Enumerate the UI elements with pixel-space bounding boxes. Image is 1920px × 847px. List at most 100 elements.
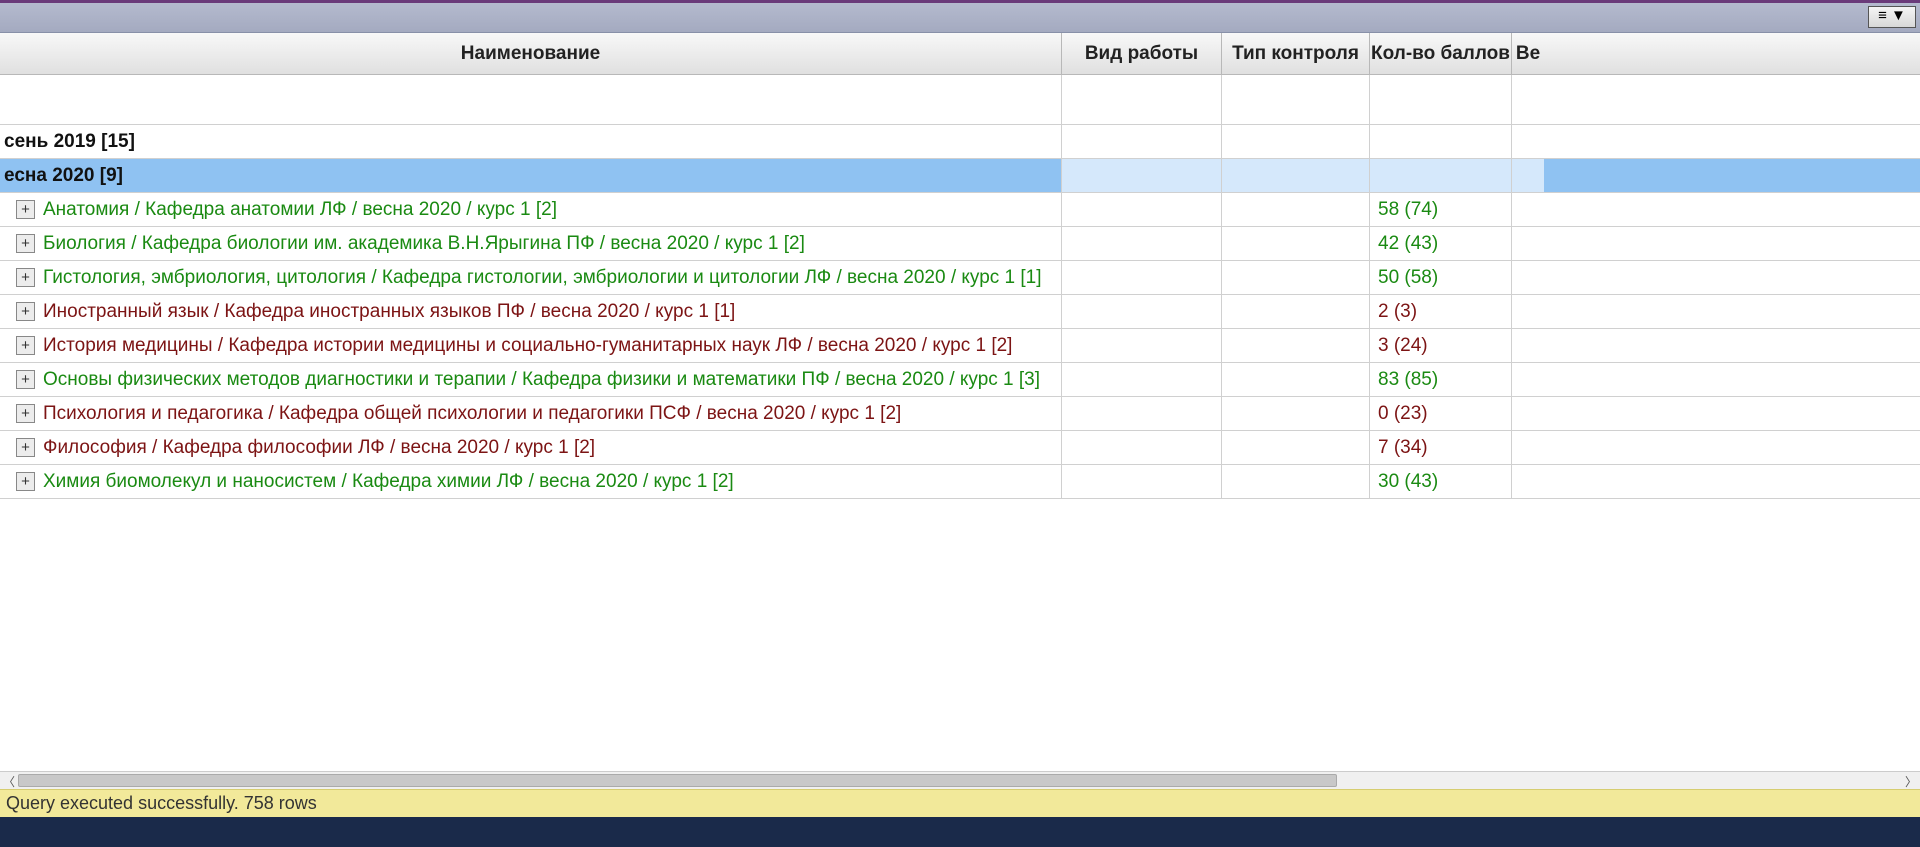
subject-name-cell: + История медицины / Кафедра истории меди… [0,329,1062,362]
subject-link[interactable]: Иностранный язык / Кафедра иностранных я… [43,301,735,323]
col-header-control[interactable]: Тип контроля [1222,33,1370,74]
subject-row[interactable]: + Психология и педагогика / Кафедра общей… [0,397,1920,431]
cell-work [1062,193,1222,226]
cell-score: 30 (43) [1370,465,1512,498]
subject-row[interactable]: + Основы физических методов диагностики и… [0,363,1920,397]
cell-control [1222,193,1370,226]
horizontal-scrollbar[interactable]: 〈 〉 [0,771,1920,789]
expand-icon[interactable]: + [16,336,35,355]
cell-control [1222,431,1370,464]
subject-link[interactable]: Анатомия / Кафедра анатомии ЛФ / весна 2… [43,199,557,221]
subject-link[interactable]: Химия биомолекул и наносистем / Кафедра … [43,471,734,493]
cell-work [1062,363,1222,396]
expand-icon[interactable]: + [16,472,35,491]
cell-control [1222,159,1370,192]
group-name-cell[interactable]: сень 2019 [15] [0,125,1062,158]
cell-score [1370,159,1512,192]
group-row[interactable]: есна 2020 [9] [0,159,1920,193]
filter-weight[interactable] [1512,75,1544,124]
filter-work[interactable] [1062,75,1222,124]
cell-weight [1512,159,1544,192]
expand-icon[interactable]: + [16,302,35,321]
cell-weight [1512,431,1544,464]
grid-header: Наименование Вид работы Тип контроля Кол… [0,33,1920,75]
filter-control[interactable] [1222,75,1370,124]
cell-score: 7 (34) [1370,431,1512,464]
cell-weight [1512,227,1544,260]
col-header-score[interactable]: Кол-во баллов [1370,33,1512,74]
group-name-cell[interactable]: есна 2020 [9] [0,159,1062,192]
cell-work [1062,465,1222,498]
grid-body: сень 2019 [15] есна 2020 [9] + Анатомия / К… [0,125,1920,771]
scroll-left-icon[interactable]: 〈 [0,772,18,790]
cell-work [1062,329,1222,362]
col-header-weight[interactable]: Ве [1512,33,1544,74]
cell-score [1370,125,1512,158]
cell-control [1222,227,1370,260]
cell-control [1222,261,1370,294]
col-header-name[interactable]: Наименование [0,33,1062,74]
subject-row[interactable]: + Гистология, эмбриология, цитология / Ка… [0,261,1920,295]
subject-row[interactable]: + Химия биомолекул и наносистем / Кафедра… [0,465,1920,499]
expand-icon[interactable]: + [16,370,35,389]
cell-score: 3 (24) [1370,329,1512,362]
cell-score: 42 (43) [1370,227,1512,260]
menu-button[interactable]: ≡ ▼ [1868,6,1916,28]
app-window: ≡ ▼ Наименование Вид работы Тип контроля… [0,0,1920,847]
subject-name-cell: + Гистология, эмбриология, цитология / Ка… [0,261,1062,294]
subject-link[interactable]: Философия / Кафедра философии ЛФ / весна… [43,437,595,459]
expand-icon[interactable]: + [16,438,35,457]
topbar: ≡ ▼ [0,3,1920,33]
cell-control [1222,329,1370,362]
subject-row[interactable]: + Иностранный язык / Кафедра иностранных … [0,295,1920,329]
subject-link[interactable]: Психология и педагогика / Кафедра общей … [43,403,901,425]
subject-name-cell: + Иностранный язык / Кафедра иностранных … [0,295,1062,328]
status-text: Query executed successfully. 758 rows [6,793,317,814]
cell-score: 2 (3) [1370,295,1512,328]
cell-weight [1512,125,1544,158]
cell-work [1062,227,1222,260]
cell-score: 50 (58) [1370,261,1512,294]
subject-name-cell: + Основы физических методов диагностики и… [0,363,1062,396]
subject-name-cell: + Анатомия / Кафедра анатомии ЛФ / весна … [0,193,1062,226]
cell-weight [1512,193,1544,226]
group-label: сень 2019 [15] [4,131,135,153]
group-label: есна 2020 [9] [4,165,123,187]
subject-row[interactable]: + Философия / Кафедра философии ЛФ / весн… [0,431,1920,465]
subject-row[interactable]: + Биология / Кафедра биологии им. академи… [0,227,1920,261]
subject-link[interactable]: Основы физических методов диагностики и … [43,369,1040,391]
cell-score: 58 (74) [1370,193,1512,226]
subject-link[interactable]: Биология / Кафедра биологии им. академик… [43,233,805,255]
scroll-track[interactable] [18,772,1902,789]
subject-link[interactable]: Гистология, эмбриология, цитология / Каф… [43,267,1042,289]
filter-name[interactable] [0,75,1062,124]
expand-icon[interactable]: + [16,404,35,423]
scroll-right-icon[interactable]: 〉 [1902,772,1920,790]
cell-weight [1512,329,1544,362]
footer-bar [0,817,1920,847]
cell-weight [1512,363,1544,396]
cell-control [1222,125,1370,158]
col-header-work[interactable]: Вид работы [1062,33,1222,74]
cell-control [1222,465,1370,498]
subject-name-cell: + Философия / Кафедра философии ЛФ / весн… [0,431,1062,464]
subject-row[interactable]: + Анатомия / Кафедра анатомии ЛФ / весна … [0,193,1920,227]
expand-icon[interactable]: + [16,200,35,219]
filter-score[interactable] [1370,75,1512,124]
status-bar: Query executed successfully. 758 rows [0,789,1920,817]
expand-icon[interactable]: + [16,234,35,253]
cell-work [1062,159,1222,192]
cell-work [1062,397,1222,430]
group-row[interactable]: сень 2019 [15] [0,125,1920,159]
cell-weight [1512,465,1544,498]
cell-work [1062,261,1222,294]
subject-name-cell: + Химия биомолекул и наносистем / Кафедра… [0,465,1062,498]
cell-weight [1512,397,1544,430]
subject-row[interactable]: + История медицины / Кафедра истории меди… [0,329,1920,363]
scroll-thumb[interactable] [18,774,1337,787]
subject-link[interactable]: История медицины / Кафедра истории медиц… [43,335,1012,357]
cell-control [1222,363,1370,396]
cell-control [1222,295,1370,328]
expand-icon[interactable]: + [16,268,35,287]
subject-name-cell: + Биология / Кафедра биологии им. академи… [0,227,1062,260]
